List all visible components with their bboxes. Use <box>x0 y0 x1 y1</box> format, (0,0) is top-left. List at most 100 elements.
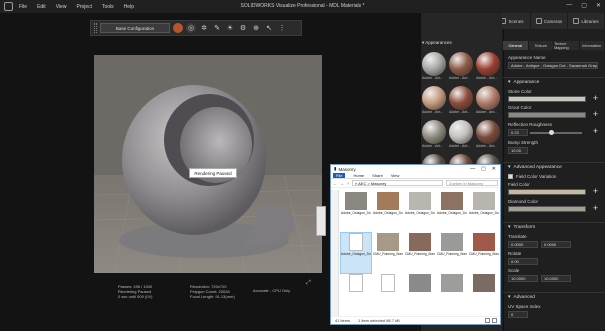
file-item[interactable]: CMU_Running_Bond_Splitface.cmu_running_b… <box>437 233 467 273</box>
tab-libraries[interactable]: Libraries <box>568 13 605 29</box>
appearance-name-field[interactable]: Adobe - Antique - Octagon Dot - Savannah… <box>508 62 598 69</box>
appearance-swatch[interactable]: Adobe - Ant... <box>476 120 500 151</box>
reflection-add-icon[interactable]: + <box>591 127 600 136</box>
section-advanced[interactable]: ▾ Advanced <box>503 292 605 301</box>
tab-texture-mapping[interactable]: Texture Mapping <box>554 41 580 50</box>
tab-cameras[interactable]: Cameras <box>531 13 568 29</box>
menu-edit[interactable]: Edit <box>37 4 46 10</box>
diamond-color-swatch[interactable] <box>508 206 586 212</box>
translate-y-field[interactable]: 0.0000 <box>541 241 571 248</box>
diamond-color-add-icon[interactable]: + <box>591 204 600 213</box>
rotate-field[interactable]: 0.00 <box>508 258 538 265</box>
file-item[interactable]: Adobe_Octagon_Dot.adobe_octagon_dot_sava… <box>405 192 435 232</box>
appearance-swatch[interactable]: Adobe - Ant... <box>449 86 473 117</box>
file-item[interactable]: Adobe_Octagon_Dot.adobe_octagon_dot_mix <box>437 192 467 232</box>
section-appearance[interactable]: ▾ Appearance <box>503 77 605 86</box>
target-icon[interactable]: ⊕ <box>251 23 261 33</box>
tab-information[interactable]: Information <box>580 41 605 50</box>
reflection-roughness-field[interactable]: 0.23 <box>508 129 528 136</box>
appearance-swatch[interactable]: Adobe - Ant... <box>422 52 446 83</box>
stone-color-add-icon[interactable]: + <box>591 94 600 103</box>
tab-texture[interactable]: Texture <box>529 41 554 50</box>
toolbar-grip-icon[interactable] <box>94 23 97 33</box>
minimize-icon[interactable]: — <box>566 2 572 9</box>
uv-space-index-field[interactable]: 0 <box>508 311 528 318</box>
back-icon[interactable]: ← <box>333 181 337 186</box>
explorer-close-icon[interactable]: ✕ <box>492 166 496 172</box>
explorer-address-bar: ← → ↑ « AEC > Masonry Zoeken in Masonry <box>331 179 500 188</box>
file-item[interactable]: Adobe_Octagon_Dot.mdl <box>340 232 372 274</box>
file-name: Adobe_Octagon_Dot.adobe_octagon_dot_ochr… <box>373 211 403 215</box>
file-item[interactable] <box>469 274 499 314</box>
ribbon-view[interactable]: View <box>391 173 400 178</box>
pointer-icon[interactable]: ↖ <box>264 23 274 33</box>
appearance-swatch[interactable]: Adobe - Ant... <box>449 52 473 83</box>
slider-knob[interactable] <box>548 130 554 135</box>
explorer-minimize-icon[interactable]: — <box>470 166 475 172</box>
expand-icon[interactable]: ⤢ <box>306 280 311 287</box>
file-item[interactable]: Adobe_Octagon_Dot.adobe_octagon_dot_ochr… <box>373 192 403 232</box>
file-item[interactable] <box>405 274 435 314</box>
field-color-label: Field Color <box>508 182 530 187</box>
section-advanced-appearance[interactable]: ▾ Advanced Appearance <box>503 162 605 171</box>
configuration-label: Base Configuration <box>115 25 155 31</box>
ribbon-file[interactable]: File <box>333 173 346 178</box>
appearance-swatch[interactable]: Adobe - Ant... <box>449 120 473 151</box>
maximize-icon[interactable]: ▢ <box>581 2 587 9</box>
large-icons-view-icon[interactable] <box>492 318 497 323</box>
render-sphere-icon[interactable] <box>173 23 183 33</box>
file-item[interactable] <box>341 274 371 314</box>
file-name: CMU_Running_Bond_Splitface.cmu_running_b… <box>469 252 499 256</box>
close-icon[interactable]: ✕ <box>596 2 601 9</box>
menu-file[interactable]: File <box>19 4 27 10</box>
scale-y-field[interactable]: 10.0000 <box>541 275 571 282</box>
menu-tools[interactable]: Tools <box>102 4 114 10</box>
settings-icon[interactable]: ⚙ <box>238 23 248 33</box>
grout-color-swatch[interactable] <box>508 112 586 118</box>
explorer-maximize-icon[interactable]: ▢ <box>481 166 486 172</box>
bump-strength-field[interactable]: 10.00 <box>508 147 528 154</box>
translate-x-field[interactable]: 0.0000 <box>508 241 538 248</box>
field-color-swatch[interactable] <box>508 189 586 195</box>
explorer-titlebar[interactable]: ▮ Masonry — ▢ ✕ <box>331 165 500 173</box>
menu-view[interactable]: View <box>56 4 67 10</box>
file-item[interactable]: CMU_Running_Bond_Splitface.cmu_running_b… <box>373 233 403 273</box>
explorer-nav-pane[interactable] <box>331 190 339 316</box>
rendered-model-image <box>94 55 322 273</box>
menu-help[interactable]: Help <box>124 4 134 10</box>
file-item[interactable]: CMU_Running_Bond_Splitface.cmu_running_b… <box>405 233 435 273</box>
file-item[interactable]: Adobe_Octagon_Dot.adobe_octagon_dot_sava… <box>469 192 499 232</box>
field-color-variation-checkbox[interactable] <box>508 174 513 179</box>
file-item[interactable] <box>437 274 467 314</box>
file-item[interactable]: CMU_Running_Bond_Splitface.cmu_running_b… <box>469 233 499 273</box>
appearance-swatch[interactable]: Adobe - Ant... <box>422 86 446 117</box>
file-item[interactable] <box>373 274 403 314</box>
sun-icon[interactable]: ☀ <box>225 23 235 33</box>
details-view-icon[interactable] <box>485 318 490 323</box>
tab-general[interactable]: General <box>503 41 529 50</box>
swatch-ball <box>449 86 473 110</box>
forward-icon[interactable]: → <box>340 181 344 186</box>
scale-x-field[interactable]: 10.0000 <box>508 275 538 282</box>
appearance-swatch[interactable]: Adobe - Ant... <box>476 52 500 83</box>
brush-icon[interactable]: ✎ <box>212 23 222 33</box>
more-icon[interactable]: ⋮ <box>277 23 287 33</box>
appearances-header[interactable]: ▾ Appearances <box>422 40 452 46</box>
configuration-select[interactable]: Base Configuration <box>100 23 170 33</box>
stone-color-swatch[interactable] <box>508 96 586 102</box>
explorer-search-input[interactable]: Zoeken in Masonry <box>446 180 498 186</box>
fan-icon[interactable]: ✲ <box>199 23 209 33</box>
field-color-add-icon[interactable]: + <box>591 187 600 196</box>
up-icon[interactable]: ↑ <box>347 181 349 186</box>
appearance-swatch[interactable]: Adobe - Ant... <box>476 86 500 117</box>
file-item[interactable]: Adobe_Octagon_Dot_adobe_octagon_dot_mud <box>341 192 371 232</box>
reflection-roughness-slider[interactable] <box>530 130 582 135</box>
address-path[interactable]: « AEC > Masonry <box>352 180 443 186</box>
appearance-swatch[interactable]: Adobe - Ant... <box>422 120 446 151</box>
menu-project[interactable]: Project <box>76 4 92 10</box>
camera-reel-icon[interactable]: ◎ <box>186 23 196 33</box>
ribbon-home[interactable]: Home <box>353 173 364 178</box>
grout-color-add-icon[interactable]: + <box>591 110 600 119</box>
ribbon-share[interactable]: Share <box>372 173 383 178</box>
section-transform[interactable]: ▾ Transform <box>503 222 605 231</box>
